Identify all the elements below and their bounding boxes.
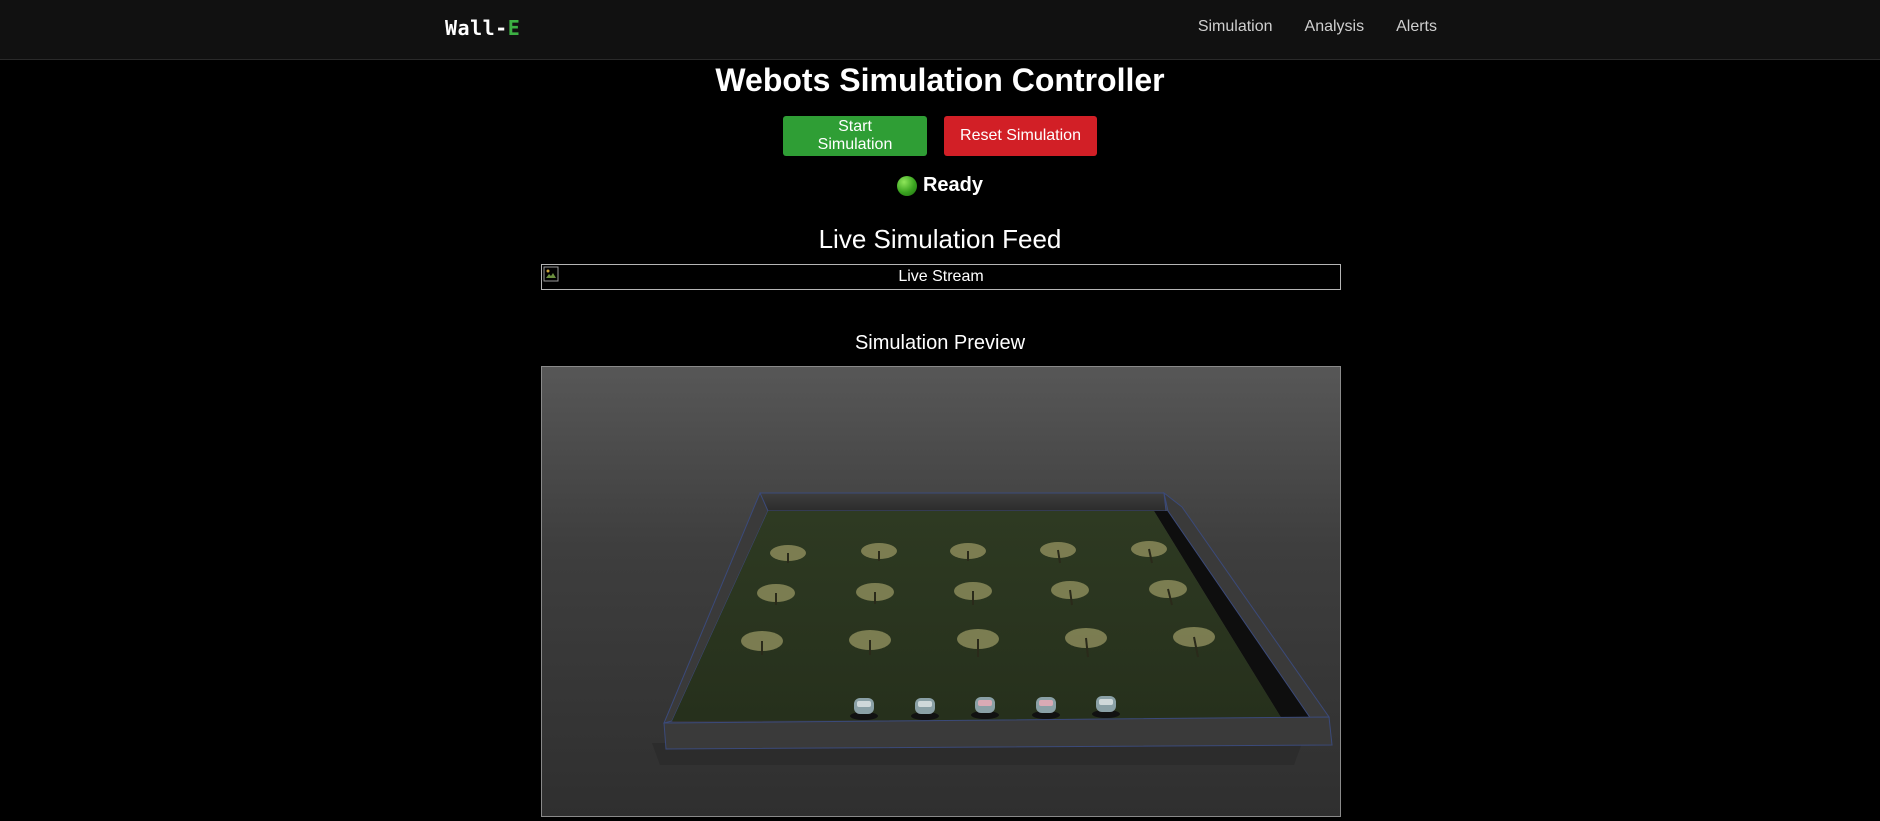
status-text: Ready bbox=[922, 174, 984, 196]
broken-image-icon bbox=[543, 266, 559, 282]
live-feed-heading: Live Simulation Feed bbox=[818, 224, 1062, 254]
simulation-scene-render bbox=[652, 491, 1333, 765]
preview-heading: Simulation Preview bbox=[854, 332, 1026, 354]
nav-links: Simulation Analysis Alerts bbox=[1198, 18, 1437, 36]
brand-prefix: Wall- bbox=[445, 16, 508, 40]
simulation-preview-image bbox=[541, 366, 1341, 817]
brand-logo[interactable]: Wall-E bbox=[445, 16, 520, 40]
nav-link-simulation[interactable]: Simulation bbox=[1198, 18, 1273, 36]
live-stream-alt-text: Live Stream bbox=[898, 268, 984, 285]
start-simulation-button[interactable]: Start Simulation bbox=[783, 116, 927, 156]
nav-link-alerts[interactable]: Alerts bbox=[1396, 18, 1437, 36]
navbar: Wall-E Simulation Analysis Alerts bbox=[0, 0, 1880, 60]
reset-simulation-button[interactable]: Reset Simulation bbox=[944, 116, 1097, 156]
nav-link-analysis[interactable]: Analysis bbox=[1305, 18, 1365, 36]
status-indicator: Ready bbox=[0, 174, 1880, 197]
page-title: Webots Simulation Controller bbox=[715, 62, 1165, 98]
live-stream-image: Live Stream bbox=[541, 264, 1341, 290]
brand-accent: E bbox=[507, 16, 521, 40]
status-dot-icon bbox=[896, 175, 917, 196]
control-buttons: Start Simulation Reset Simulation bbox=[0, 116, 1880, 156]
